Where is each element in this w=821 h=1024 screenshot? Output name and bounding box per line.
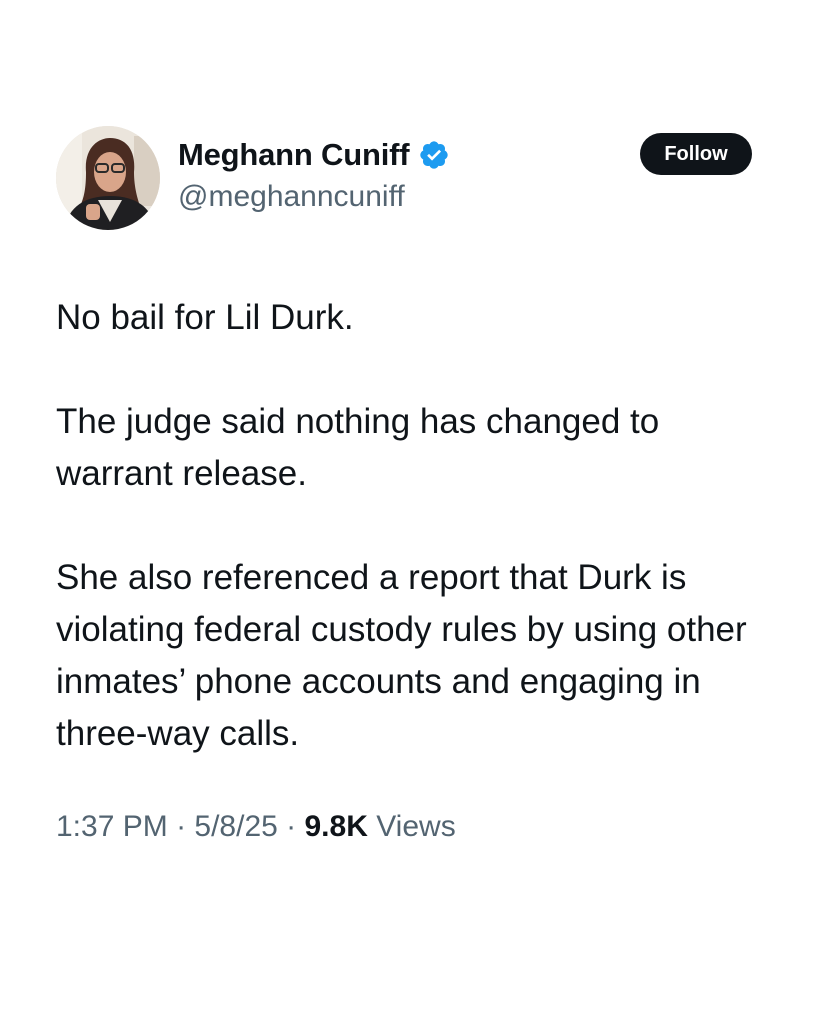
author-name-row: Meghann Cuniff	[178, 136, 450, 174]
follow-button[interactable]: Follow	[640, 133, 752, 175]
author-handle[interactable]: @meghanncuniff	[178, 180, 450, 214]
author-display-name[interactable]: Meghann Cuniff	[178, 137, 410, 173]
tweet-paragraph: The judge said nothing has changed to wa…	[56, 402, 660, 493]
meta-separator: ·	[277, 810, 305, 843]
views-count: 9.8K	[304, 810, 368, 843]
tweet-card: Meghann Cuniff @meghanncuniff Follow No …	[0, 0, 821, 1024]
avatar-image	[56, 126, 160, 230]
tweet-text: No bail for Lil Durk. The judge said not…	[56, 292, 776, 760]
author-info: Meghann Cuniff @meghanncuniff	[178, 136, 450, 214]
verified-badge-icon	[418, 139, 450, 171]
tweet-meta: 1:37 PM · 5/8/25 · 9.8K Views	[56, 810, 456, 844]
views-label: Views	[367, 810, 456, 843]
tweet-paragraph: She also referenced a report that Durk i…	[56, 558, 747, 753]
tweet-paragraph: No bail for Lil Durk.	[56, 298, 354, 337]
meta-separator: ·	[167, 810, 195, 843]
author-avatar[interactable]	[56, 126, 160, 230]
tweet-date[interactable]: 5/8/25	[194, 810, 277, 843]
tweet-time[interactable]: 1:37 PM	[56, 810, 168, 843]
